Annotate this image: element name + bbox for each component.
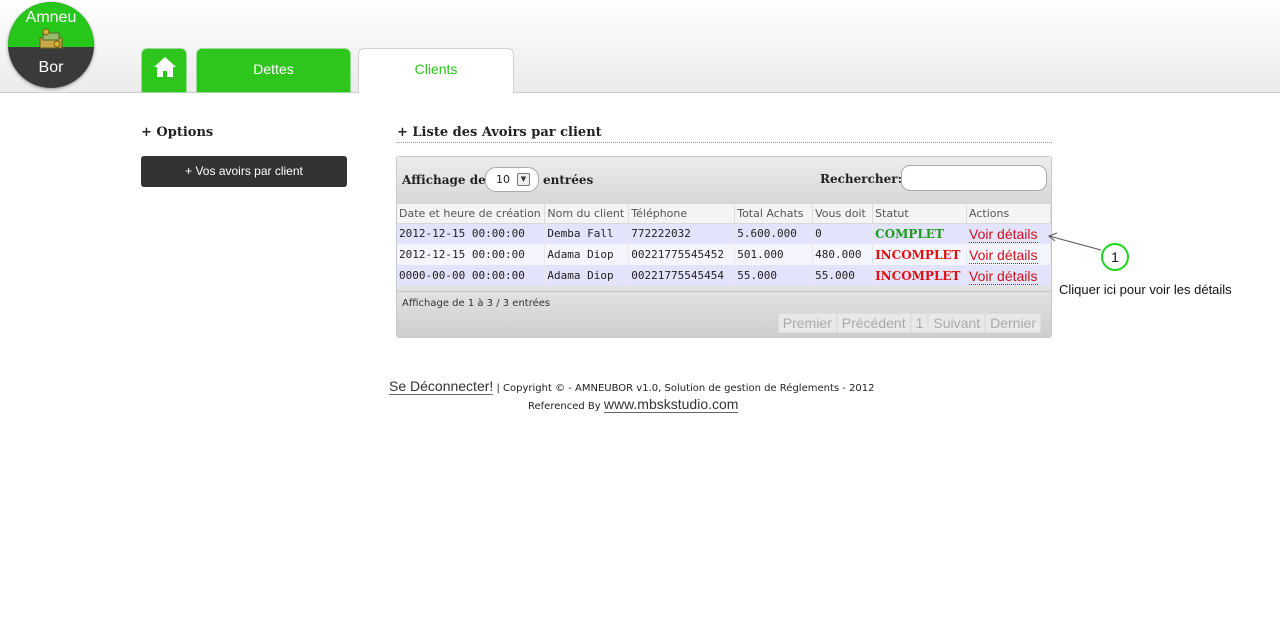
col-due[interactable]: Vous doit [812,204,874,224]
callout-text: Cliquer ici pour voir les détails [1059,282,1232,297]
money-stack-icon [39,28,63,49]
logo-line2: Bor [38,59,64,76]
voir-details-label[interactable]: Voir détails [969,246,1038,264]
reference-label: Referenced By [528,401,601,412]
col-status[interactable]: Statut [872,204,968,224]
col-date[interactable]: Date et heure de création [397,204,546,224]
pagination: Premier Précédent 1 Suivant Dernier [777,313,1041,333]
voir-details-link[interactable]: Voir détails [966,265,1051,286]
voir-details-link[interactable]: Voir détails [966,244,1051,265]
cell-phone: 00221775545452 [628,244,736,265]
table-row: 0000-00-00 00:00:00 Adama Diop 002217755… [397,265,1051,286]
pager-last-button[interactable]: Dernier [985,313,1041,333]
search-label: Rechercher: [820,172,903,186]
col-total[interactable]: Total Achats [734,204,814,224]
status-badge: INCOMPLET [872,265,968,286]
studio-link[interactable]: www.mbskstudio.com [603,396,739,413]
cell-due: 0 [812,223,874,244]
logout-link[interactable]: Se Déconnecter! [389,378,494,395]
header-bar: Amneu Bor Dettes Clients [0,0,1280,94]
voir-details-label[interactable]: Voir détails [969,225,1038,243]
table-header-row: Date et heure de création Nom du client … [397,204,1051,224]
footer-reference-line: Referenced By www.mbskstudio.com [528,396,739,413]
pager-next-button[interactable]: Suivant [928,313,986,333]
cell-phone: 772222032 [628,223,736,244]
table-row: 2012-12-15 00:00:00 Demba Fall 772222032… [397,223,1051,244]
page-title: + Liste des Avoirs par client [397,125,1052,143]
options-heading: + Options [141,125,214,140]
cell-total: 55.000 [734,265,814,286]
pager-prev-button[interactable]: Précédent [836,313,911,333]
table-info: Affichage de 1 à 3 / 3 entrées [402,298,551,309]
home-icon [154,57,176,77]
callout-arrow [1048,232,1102,251]
cell-date: 2012-12-15 00:00:00 [397,223,546,244]
chevron-down-icon[interactable]: ▼ [517,173,530,186]
avoirs-par-client-button[interactable]: + Vos avoirs par client [141,156,347,187]
cell-due: 480.000 [812,244,874,265]
voir-details-label[interactable]: Voir détails [969,267,1038,285]
cell-date: 0000-00-00 00:00:00 [397,265,546,286]
cell-client: Adama Diop [544,265,630,286]
app-logo[interactable]: Amneu Bor [8,2,94,88]
tab-home[interactable] [141,48,187,93]
status-badge: COMPLET [872,223,968,244]
cell-phone: 00221775545454 [628,265,736,286]
callout-number: 1 [1101,243,1129,271]
pager-first-button[interactable]: Premier [777,313,837,333]
search-input[interactable] [901,165,1047,191]
cell-date: 2012-12-15 00:00:00 [397,244,546,265]
tab-dettes[interactable]: Dettes [196,48,351,93]
page-length-select[interactable]: 10 ▼ [485,167,539,192]
cell-client: Adama Diop [544,244,630,265]
cell-due: 55.000 [812,265,874,286]
footer-copyright-line: Se Déconnecter! | Copyright © - AMNEUBOR… [389,378,875,395]
status-badge: INCOMPLET [872,244,968,265]
col-phone[interactable]: Téléphone [628,204,736,224]
voir-details-link[interactable]: Voir détails [966,223,1051,244]
col-actions[interactable]: Actions [966,204,1051,224]
table-toolbar: Affichage de 10 ▼ entrées Rechercher: [397,157,1051,204]
length-suffix: entrées [543,173,594,187]
cell-client: Demba Fall [544,223,630,244]
avoirs-table: Date et heure de création Nom du client … [397,204,1051,286]
copyright-text: | Copyright © - AMNEUBOR v1.0, Solution … [496,383,875,394]
cell-total: 501.000 [734,244,814,265]
table-footer: Affichage de 1 à 3 / 3 entrées Premier P… [397,291,1051,337]
table-row: 2012-12-15 00:00:00 Adama Diop 002217755… [397,244,1051,265]
page-length-value: 10 [496,173,510,186]
logo-line1: Amneu [25,9,77,26]
length-label: Affichage de [402,173,486,187]
tab-clients[interactable]: Clients [358,48,514,94]
col-client[interactable]: Nom du client [544,204,630,224]
avoirs-table-panel: Affichage de 10 ▼ entrées Rechercher: Da… [396,156,1052,338]
cell-total: 5.600.000 [734,223,814,244]
pager-page-button[interactable]: 1 [910,313,929,333]
